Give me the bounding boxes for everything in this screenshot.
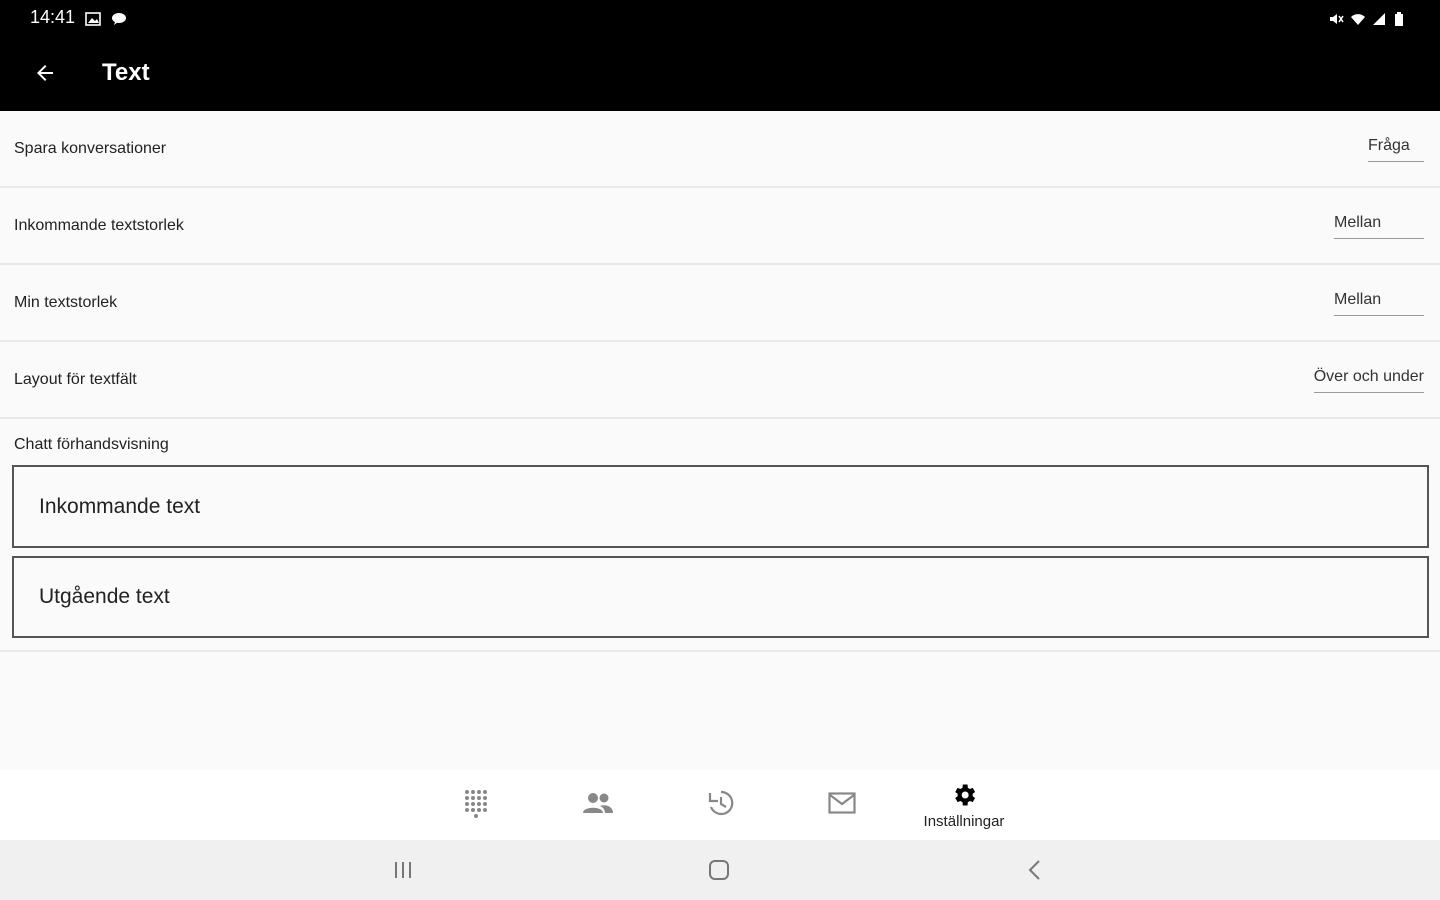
status-bar: 14:41 <box>0 0 1440 34</box>
setting-label: Spara konversationer <box>14 139 167 157</box>
setting-label: Min textstorlek <box>14 293 118 311</box>
chat-preview-label: Chatt förhandsvisning <box>14 436 169 453</box>
history-icon <box>708 790 734 816</box>
nav-settings[interactable]: Inställningar <box>904 770 1024 840</box>
incoming-text: Inkommande text <box>39 494 201 518</box>
setting-label: Inkommande textstorlek <box>14 216 184 234</box>
status-right <box>1328 10 1410 26</box>
settings-list: Spara konversationer Fråga Inkommande te… <box>0 111 1440 419</box>
setting-value-dropdown[interactable]: Mellan <box>1334 289 1424 316</box>
contacts-icon <box>583 793 613 813</box>
system-back-button[interactable] <box>1005 850 1065 890</box>
nav-history[interactable] <box>660 770 780 840</box>
setting-label: Layout för textfält <box>14 370 137 388</box>
battery-icon <box>1394 10 1410 26</box>
recents-icon <box>395 862 411 878</box>
setting-my-text-size[interactable]: Min textstorlek Mellan <box>0 265 1440 342</box>
app-bar: Text <box>0 34 1440 111</box>
page-title: Text <box>102 58 150 86</box>
setting-value-dropdown[interactable]: Mellan <box>1334 212 1424 239</box>
outgoing-text-preview: Utgående text <box>12 556 1429 638</box>
status-time: 14:41 <box>30 6 76 27</box>
system-nav-bar <box>0 840 1440 900</box>
recents-button[interactable] <box>373 850 433 890</box>
mail-icon <box>828 792 856 814</box>
setting-text-field-layout[interactable]: Layout för textfält Över och under <box>0 342 1440 419</box>
nav-label: Inställningar <box>923 812 1005 830</box>
status-left: 14:41 <box>30 7 127 28</box>
bottom-nav: Inställningar <box>0 770 1440 840</box>
gear-icon <box>955 784 976 805</box>
message-bubble-icon <box>111 10 127 25</box>
dialpad-icon <box>465 790 487 818</box>
signal-icon <box>1372 10 1388 25</box>
setting-incoming-text-size[interactable]: Inkommande textstorlek Mellan <box>0 188 1440 265</box>
nav-messages[interactable] <box>782 770 902 840</box>
nav-dialpad[interactable] <box>416 770 536 840</box>
setting-value-dropdown[interactable]: Fråga <box>1368 135 1424 162</box>
back-button[interactable] <box>21 49 69 97</box>
arrow-back-icon <box>37 64 53 81</box>
setting-save-conversations[interactable]: Spara konversationer Fråga <box>0 111 1440 188</box>
wifi-icon <box>1350 10 1366 25</box>
gallery-icon <box>85 10 101 26</box>
divider <box>0 650 1440 652</box>
back-chevron-icon <box>1028 860 1040 880</box>
incoming-text-preview: Inkommande text <box>12 465 1429 548</box>
nav-contacts[interactable] <box>538 770 658 840</box>
mute-icon <box>1328 10 1344 24</box>
setting-value-dropdown[interactable]: Över och under <box>1313 366 1424 393</box>
home-icon <box>709 860 729 880</box>
home-button[interactable] <box>689 850 749 890</box>
outgoing-text: Utgående text <box>39 585 170 608</box>
